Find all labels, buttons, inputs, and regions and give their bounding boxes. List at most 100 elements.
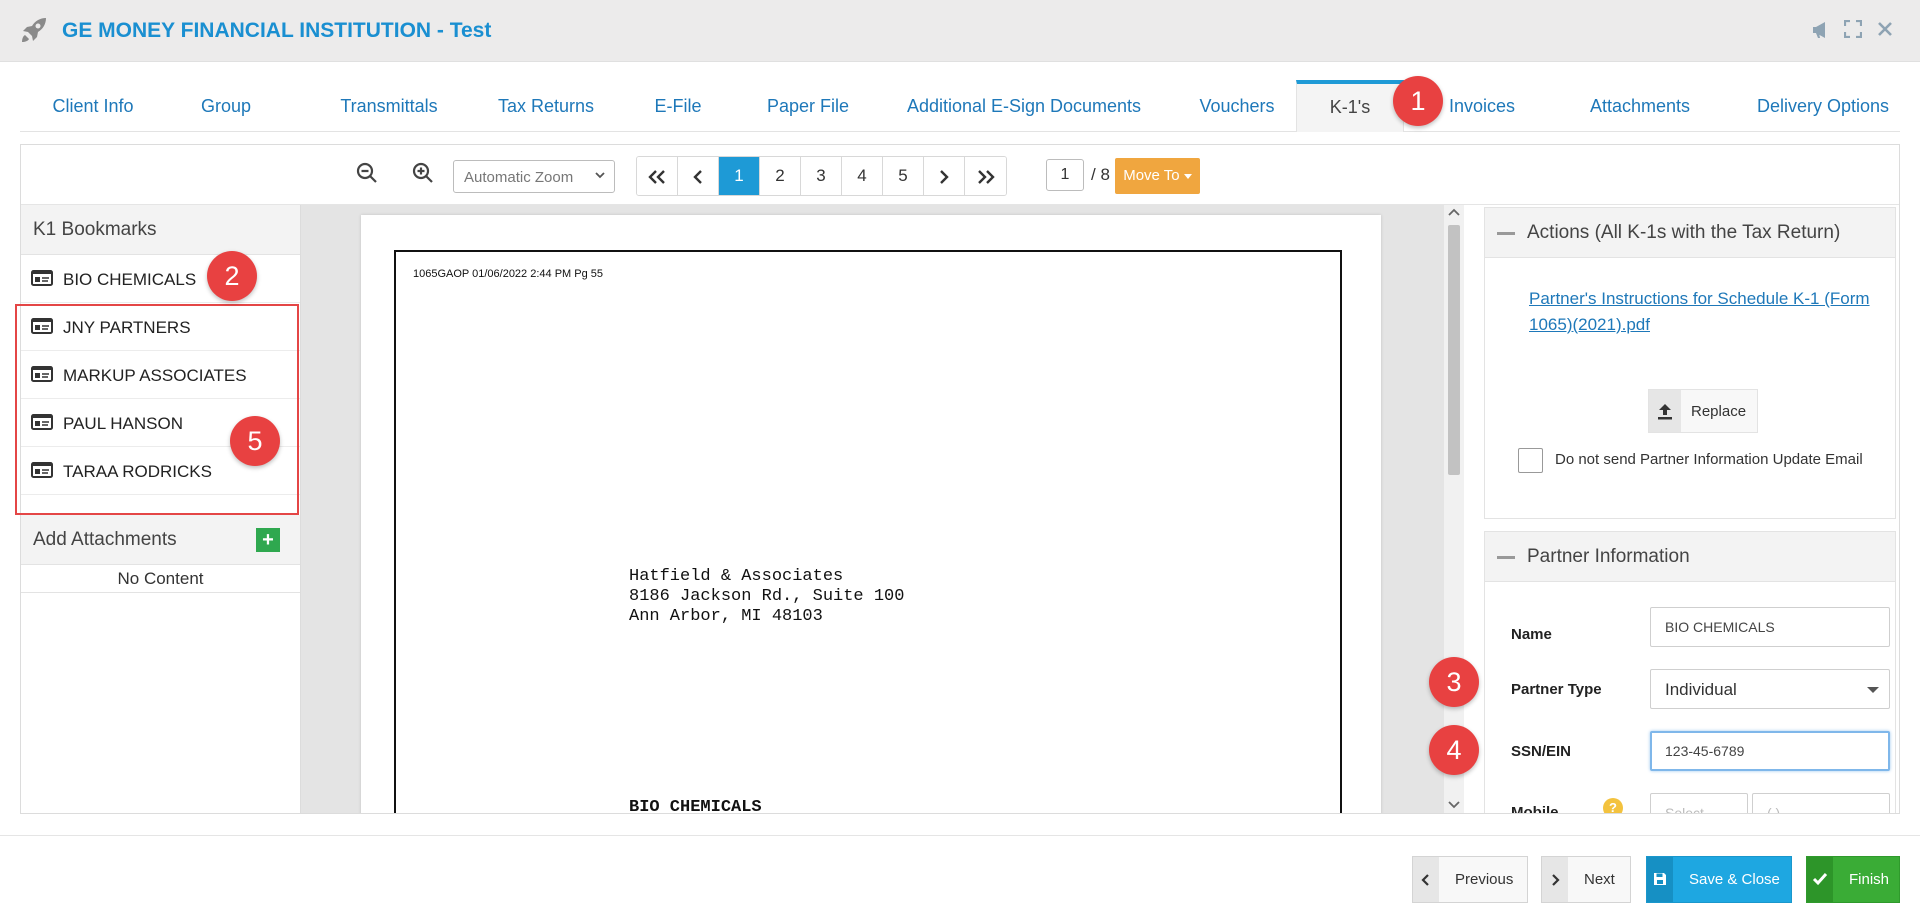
collapse-minus-icon[interactable] <box>1497 556 1515 559</box>
k1-bookmarks-header: K1 Bookmarks <box>21 205 300 255</box>
callout-badge-4: 4 <box>1429 725 1479 775</box>
app-title: GE MONEY FINANCIAL INSTITUTION - Test <box>62 19 492 42</box>
zoom-out-icon[interactable] <box>353 159 381 187</box>
upload-icon <box>1649 390 1681 432</box>
no-update-email-label: Do not send Partner Information Update E… <box>1555 451 1863 468</box>
no-update-email-checkbox[interactable] <box>1518 448 1543 473</box>
footer-bar: Previous Next Save & Close Finish <box>0 835 1920 923</box>
floppy-disk-icon <box>1647 857 1673 902</box>
document-scrollbar[interactable] <box>1444 205 1464 813</box>
partner-type-select[interactable]: Individual <box>1650 669 1890 709</box>
callout-badge-3: 3 <box>1429 657 1479 707</box>
collapse-minus-icon[interactable] <box>1497 232 1515 235</box>
previous-label: Previous <box>1455 871 1514 888</box>
tab-tax-returns[interactable]: Tax Returns <box>478 80 614 132</box>
help-icon[interactable]: ? <box>1603 798 1623 813</box>
zoom-in-icon[interactable] <box>409 159 437 187</box>
actions-section: Actions (All K-1s with the Tax Return) P… <box>1484 207 1896 519</box>
partner-type-value: Individual <box>1665 680 1737 699</box>
actions-header[interactable]: Actions (All K-1s with the Tax Return) <box>1485 208 1895 258</box>
page-button-1[interactable]: 1 <box>719 157 760 195</box>
address-line: Hatfield & Associates <box>629 567 844 586</box>
mobile-label: Mobile <box>1511 804 1559 813</box>
page-button-5[interactable]: 5 <box>883 157 924 195</box>
first-page-button[interactable] <box>637 157 678 195</box>
previous-button[interactable]: Previous <box>1412 856 1528 903</box>
tab-delivery-options[interactable]: Delivery Options <box>1735 80 1911 132</box>
finish-label: Finish <box>1849 871 1890 888</box>
scrollbar-thumb[interactable] <box>1448 225 1460 475</box>
tab-client-info[interactable]: Client Info <box>20 80 166 132</box>
tab-transmittals[interactable]: Transmittals <box>304 80 474 132</box>
callout-badge-2: 2 <box>207 251 257 301</box>
add-attachments-header: Add Attachments + <box>21 515 300 565</box>
save-close-button[interactable]: Save & Close <box>1646 856 1792 903</box>
chevron-left-icon <box>1413 857 1439 902</box>
mobile-number-input[interactable]: ( ) - <box>1752 793 1890 813</box>
save-close-label: Save & Close <box>1689 871 1780 888</box>
document-stamp: 1065GAOP 01/06/2022 2:44 PM Pg 55 <box>413 268 603 280</box>
chevron-left-icon <box>693 169 702 184</box>
tab-group[interactable]: Group <box>166 80 286 132</box>
page-total: / 8 <box>1091 165 1110 184</box>
double-chevron-left-icon <box>648 169 665 184</box>
close-icon[interactable] <box>1874 20 1896 42</box>
tab-k1s[interactable]: K-1's <box>1296 80 1404 132</box>
document-viewer[interactable]: 1065GAOP 01/06/2022 2:44 PM Pg 55 Hatfie… <box>301 205 1464 813</box>
tab-vouchers[interactable]: Vouchers <box>1182 80 1292 132</box>
tab-paper-file[interactable]: Paper File <box>738 80 878 132</box>
callout-badge-5: 5 <box>230 416 280 466</box>
double-chevron-right-icon <box>977 169 995 184</box>
replace-label: Replace <box>1691 403 1747 420</box>
k1-instructions-link[interactable]: Partner's Instructions for Schedule K-1 … <box>1529 286 1889 338</box>
finish-button[interactable]: Finish <box>1806 856 1900 903</box>
last-page-button[interactable] <box>965 157 1006 195</box>
mobile-select-placeholder: Select <box>1665 805 1704 813</box>
partner-info-title: Partner Information <box>1527 546 1690 567</box>
address-line: 8186 Jackson Rd., Suite 100 <box>629 587 905 606</box>
id-card-icon <box>31 270 53 286</box>
move-to-button[interactable]: Move To <box>1115 158 1200 194</box>
partner-type-label: Partner Type <box>1511 681 1602 698</box>
tab-additional-esign[interactable]: Additional E-Sign Documents <box>890 80 1158 132</box>
zoom-select-value: Automatic Zoom <box>464 169 574 186</box>
right-panel: Actions (All K-1s with the Tax Return) P… <box>1464 205 1899 813</box>
page-button-3[interactable]: 3 <box>801 157 842 195</box>
partner-info-header[interactable]: Partner Information <box>1485 532 1895 582</box>
ssn-ein-input[interactable]: 123-45-6789 <box>1650 731 1890 771</box>
checkmark-icon <box>1807 857 1833 902</box>
scroll-up-icon[interactable] <box>1447 208 1461 218</box>
next-page-button[interactable] <box>924 157 965 195</box>
ssn-ein-label: SSN/EIN <box>1511 743 1572 760</box>
megaphone-icon[interactable] <box>1810 20 1832 42</box>
document-border <box>394 250 1342 813</box>
zoom-select[interactable]: Automatic Zoom <box>453 160 615 193</box>
main-tabs: Client Info Group Transmittals Tax Retur… <box>20 80 1900 132</box>
next-button[interactable]: Next <box>1541 856 1631 903</box>
replace-button[interactable]: Replace <box>1648 389 1758 433</box>
partner-info-section: Partner Information Name BIO CHEMICALS P… <box>1484 531 1896 813</box>
tab-attachments[interactable]: Attachments <box>1560 80 1720 132</box>
chevron-right-icon <box>940 169 949 184</box>
prev-page-button[interactable] <box>678 157 719 195</box>
name-label: Name <box>1511 626 1552 643</box>
partner-name-input[interactable]: BIO CHEMICALS <box>1650 607 1890 647</box>
page-button-2[interactable]: 2 <box>760 157 801 195</box>
document-page: 1065GAOP 01/06/2022 2:44 PM Pg 55 Hatfie… <box>361 215 1381 813</box>
k1-viewer: Automatic Zoom 1 2 3 4 5 1 / 8 Move To K… <box>15 144 1900 814</box>
scroll-down-icon[interactable] <box>1447 799 1461 809</box>
add-attachments-title: Add Attachments <box>33 529 177 550</box>
left-panel: K1 Bookmarks BIO CHEMICALS JNY PARTNERS … <box>15 205 301 813</box>
next-label: Next <box>1584 871 1615 888</box>
fullscreen-icon[interactable] <box>1842 19 1864 42</box>
bookmark-item-bio-chemicals[interactable]: BIO CHEMICALS <box>21 255 300 303</box>
page-number-input[interactable]: 1 <box>1046 159 1084 191</box>
rocket-icon <box>22 18 46 42</box>
add-attachment-plus-icon[interactable]: + <box>256 528 280 552</box>
page-button-4[interactable]: 4 <box>842 157 883 195</box>
tab-e-file[interactable]: E-File <box>628 80 728 132</box>
page-pager: 1 2 3 4 5 <box>636 156 1007 196</box>
mobile-country-select[interactable]: Select <box>1650 793 1748 813</box>
move-to-label: Move To <box>1123 167 1180 184</box>
address-line: Ann Arbor, MI 48103 <box>629 607 823 626</box>
